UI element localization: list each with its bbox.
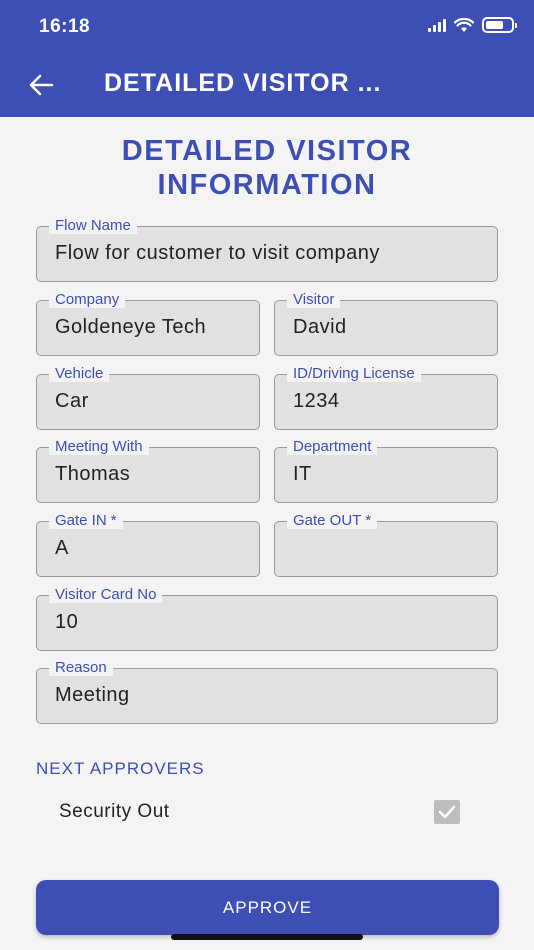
approver-security-out-label: Security Out: [59, 801, 170, 822]
meeting-with-value: Thomas: [55, 463, 131, 485]
reason-label: Reason: [49, 660, 113, 676]
company-field[interactable]: Company Goldeneye Tech: [36, 292, 260, 356]
flow-name-label: Flow Name: [49, 218, 137, 234]
status-icons: [428, 17, 517, 33]
battery-icon: [482, 17, 517, 33]
gate-in-value: A: [55, 537, 69, 559]
cellular-signal-icon: [428, 18, 446, 32]
visitor-label: Visitor: [287, 292, 341, 308]
gate-out-label: Gate OUT *: [287, 512, 378, 529]
approve-button[interactable]: APPROVE: [36, 880, 499, 935]
department-label: Department: [287, 439, 378, 455]
gate-in-label: Gate IN *: [49, 513, 123, 529]
checkmark-icon: [438, 805, 456, 819]
home-indicator: [171, 934, 363, 940]
arrow-left-icon: [29, 74, 54, 96]
flow-name-field[interactable]: Flow Name Flow for customer to visit com…: [36, 218, 498, 282]
id-license-value: 1234: [293, 390, 340, 412]
visitor-card-no-label: Visitor Card No: [49, 587, 163, 603]
page-title: DETAILED VISITOR INFORMATION: [0, 134, 534, 202]
visitor-field[interactable]: Visitor David: [274, 292, 498, 356]
gate-in-field[interactable]: Gate IN * A: [36, 513, 260, 577]
id-license-label: ID/Driving License: [287, 366, 421, 382]
vehicle-value: Car: [55, 390, 89, 412]
page-title-line1: DETAILED VISITOR: [121, 135, 413, 167]
department-value: IT: [293, 463, 312, 485]
company-value: Goldeneye Tech: [55, 316, 207, 338]
vehicle-field[interactable]: Vehicle Car: [36, 366, 260, 430]
visitor-card-no-field[interactable]: Visitor Card No 10: [36, 587, 498, 651]
status-time: 16:18: [39, 16, 91, 37]
approver-security-out-checkbox[interactable]: [434, 800, 460, 824]
department-field[interactable]: Department IT: [274, 439, 498, 503]
page-title-line2: INFORMATION: [157, 169, 377, 201]
reason-field[interactable]: Reason Meeting: [36, 660, 498, 724]
gate-out-field[interactable]: Gate OUT *: [274, 513, 498, 577]
id-license-field[interactable]: ID/Driving License 1234: [274, 366, 498, 430]
app-bar: 16:18 DETAILED VISITOR ...: [0, 0, 534, 117]
flow-name-value: Flow for customer to visit company: [55, 242, 380, 264]
meeting-with-label: Meeting With: [49, 439, 149, 455]
visitor-card-no-value: 10: [55, 611, 79, 633]
wifi-icon: [454, 17, 474, 32]
meeting-with-field[interactable]: Meeting With Thomas: [36, 439, 260, 503]
reason-value: Meeting: [55, 684, 130, 706]
gate-in-required-mark: *: [110, 512, 117, 529]
app-bar-title: DETAILED VISITOR ...: [104, 69, 382, 97]
back-button[interactable]: [24, 68, 58, 102]
gate-out-required-mark: *: [365, 512, 372, 529]
vehicle-label: Vehicle: [49, 366, 110, 382]
company-label: Company: [49, 292, 126, 308]
next-approvers-title: NEXT APPROVERS: [36, 759, 205, 778]
visitor-value: David: [293, 316, 347, 338]
